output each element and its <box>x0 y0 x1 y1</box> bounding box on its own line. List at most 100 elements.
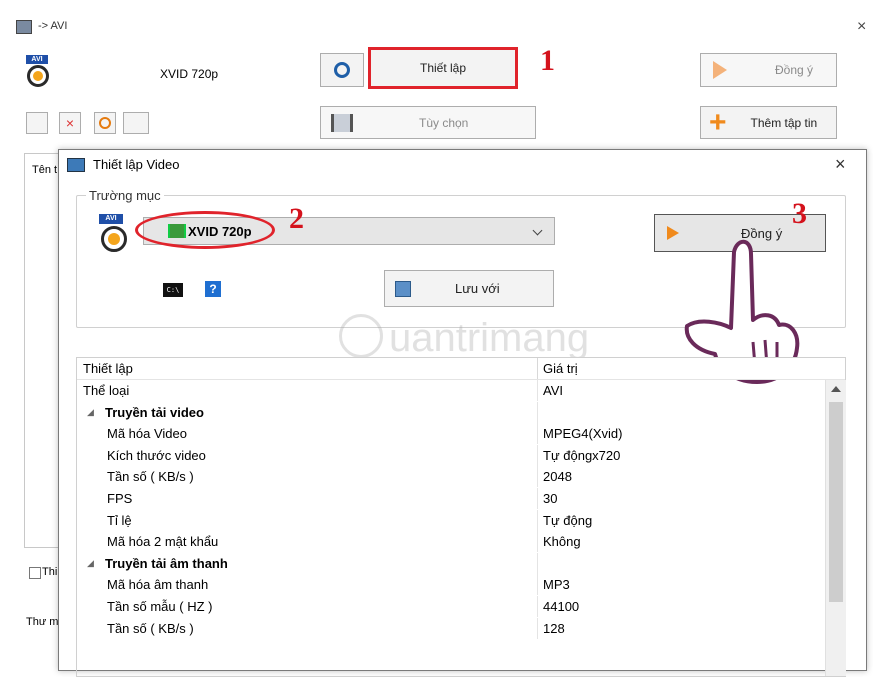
column-divider <box>537 509 538 531</box>
close-icon[interactable]: × <box>857 18 866 36</box>
row-setting-value[interactable]: 44100 <box>543 596 579 617</box>
column-divider <box>537 380 538 401</box>
add-files-button[interactable]: + Thêm tập tin <box>700 106 837 139</box>
dialog-title: Thiết lập Video <box>93 157 180 172</box>
row-setting-name: Tần số ( KB/s ) <box>107 620 194 636</box>
arrow-icon <box>713 61 727 79</box>
options-button[interactable]: Tùy chọn <box>320 106 536 139</box>
ok-button-main[interactable]: Đồng ý <box>700 53 837 87</box>
window-title: -> AVI <box>38 20 68 32</box>
output-checkbox-label: Thi <box>42 566 58 578</box>
step-2-ellipse <box>135 211 275 249</box>
row-setting-name: Thể loại <box>83 383 130 398</box>
row-setting-value[interactable]: Không <box>543 531 581 552</box>
column-divider <box>537 574 538 596</box>
save-as-button[interactable]: Lưu với <box>384 270 554 307</box>
step-1-label: 1 <box>540 44 555 77</box>
profile-group-label: Trường mục <box>86 188 164 203</box>
expand-triangle-icon[interactable]: ◢ <box>87 402 94 423</box>
row-setting-value[interactable]: Tự độngx720 <box>543 445 620 466</box>
new-file-icon[interactable] <box>26 112 48 134</box>
row-setting-value[interactable]: Tự động <box>543 510 592 531</box>
table-row[interactable]: Mã hóa âm thanh MP3 <box>77 574 825 596</box>
row-setting-name: Mã hóa 2 mật khẩu <box>107 534 219 550</box>
table-row[interactable]: Kích thước video Tự độngx720 <box>77 444 825 466</box>
floppy-icon <box>395 280 411 297</box>
table-row[interactable]: Tỉ lệ Tự động <box>77 509 825 531</box>
command-line-icon[interactable]: C:\ <box>163 283 183 297</box>
scroll-up-icon[interactable] <box>831 386 841 392</box>
preset-label: XVID 720p <box>160 67 219 81</box>
app-icon <box>16 20 32 34</box>
column-divider <box>537 531 538 553</box>
row-setting-name: FPS <box>107 491 133 506</box>
column-header-setting[interactable]: Thiết lập <box>83 358 133 379</box>
gear-icon <box>334 62 350 78</box>
step-3-label: 3 <box>792 197 807 230</box>
file-list-column-name: Tên t <box>32 164 58 176</box>
options-button-label: Tùy chọn <box>419 115 469 130</box>
table-row[interactable]: Mã hóa Video MPEG4(Xvid) <box>77 423 825 445</box>
row-setting-value[interactable]: 128 <box>543 618 565 639</box>
arrow-icon <box>667 226 679 240</box>
avi-format-icon: AVI <box>24 55 54 89</box>
save-as-label: Lưu với <box>455 281 500 296</box>
plus-icon: + <box>709 105 727 139</box>
column-divider <box>537 358 538 379</box>
settings-button[interactable]: Thiết lập <box>368 47 518 89</box>
row-setting-name: Kích thước video <box>107 447 206 463</box>
table-row[interactable]: FPS 30 <box>77 488 825 509</box>
table-body: Thể loại AVI ◢ Truyền tải video Mã hóa Video… <box>77 380 825 676</box>
ok-button-main-label: Đồng ý <box>775 63 814 77</box>
step-2-label: 2 <box>289 202 304 235</box>
play-icon[interactable] <box>94 112 116 134</box>
column-divider <box>537 617 538 639</box>
table-row[interactable]: Mã hóa 2 mật khẩu Không <box>77 531 825 553</box>
row-setting-value[interactable]: MP3 <box>543 574 570 595</box>
row-setting-value[interactable]: 30 <box>543 488 557 509</box>
output-folder-label: Thư m <box>26 616 59 628</box>
table-row[interactable]: Tần số ( KB/s ) 128 <box>77 617 825 639</box>
column-divider <box>537 401 538 423</box>
table-row[interactable]: Tần số ( KB/s ) 2048 <box>77 466 825 488</box>
row-setting-name: Tần số ( KB/s ) <box>107 469 194 485</box>
column-header-value[interactable]: Giá trị <box>543 358 578 379</box>
output-checkbox[interactable] <box>29 567 41 579</box>
column-divider <box>537 444 538 466</box>
help-icon[interactable]: ? <box>205 281 221 297</box>
column-divider <box>537 552 538 574</box>
dialog-icon <box>67 158 85 172</box>
chevron-down-icon <box>532 225 543 236</box>
column-divider <box>537 423 538 445</box>
avi-format-icon: AVI <box>99 214 129 254</box>
film-icon <box>331 113 353 132</box>
table-row[interactable]: Tần số mẫu ( HZ ) 44100 <box>77 596 825 617</box>
video-settings-dialog: Thiết lập Video × Trường mục AVI XVID 72… <box>58 149 867 677</box>
watermark-text: uantrimang <box>389 316 590 360</box>
column-divider <box>537 488 538 509</box>
add-files-label: Thêm tập tin <box>750 115 818 130</box>
table-header: Thiết lập Giá trị <box>77 358 845 380</box>
row-setting-value[interactable]: 2048 <box>543 466 572 487</box>
row-setting-name: Truyền tải âm thanh <box>105 555 228 571</box>
dialog-close-icon[interactable]: × <box>835 154 846 175</box>
expand-triangle-icon[interactable]: ◢ <box>87 553 94 574</box>
row-setting-name: Mã hóa Video <box>107 426 187 442</box>
row-setting-name: Truyền tải video <box>105 404 204 420</box>
row-setting-name: Mã hóa âm thanh <box>107 577 209 593</box>
column-divider <box>537 596 538 617</box>
vertical-scrollbar[interactable] <box>825 380 846 676</box>
settings-icon-button[interactable] <box>320 53 364 87</box>
delete-icon[interactable]: × <box>59 112 81 134</box>
table-row[interactable]: ◢ Truyền tải video <box>77 401 825 423</box>
table-row[interactable]: ◢ Truyền tải âm thanh <box>77 552 825 574</box>
row-setting-name: Tỉ lệ <box>107 512 132 528</box>
settings-table: Thiết lập Giá trị Thể loại AVI ◢ Truyền tải… <box>76 357 846 677</box>
scroll-thumb[interactable] <box>829 402 843 602</box>
column-divider <box>537 466 538 488</box>
table-row[interactable]: Thể loại AVI <box>77 380 825 401</box>
row-setting-value[interactable]: MPEG4(Xvid) <box>543 423 622 444</box>
row-setting-name: Tần số mẫu ( HZ ) <box>107 599 213 614</box>
media-info-icon[interactable] <box>123 112 149 134</box>
row-setting-value[interactable]: AVI <box>543 380 563 401</box>
